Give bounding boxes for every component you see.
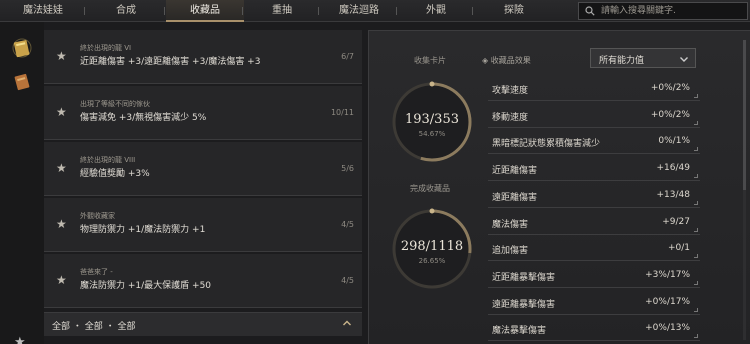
stat-name: 近距離暴擊傷害 (492, 272, 556, 283)
filter-label: 全部 ・ 全部 ・ 全部 (52, 322, 136, 332)
star-icon[interactable]: ★ (56, 105, 67, 119)
item-subtitle: 外觀收藏家 (80, 212, 115, 220)
star-icon[interactable]: ★ (56, 161, 67, 175)
completed-value: 298/1118 (400, 239, 464, 254)
stat-value: 0%/1% (658, 136, 690, 147)
completed-percent: 26.65% (418, 257, 446, 265)
stat-value: +3%/17% (645, 269, 690, 280)
corner-mark (694, 334, 698, 339)
stat-value: +0%/2% (650, 83, 690, 93)
stat-row: 移動速度 +0%/2% (488, 104, 700, 128)
star-icon[interactable]: ★ (56, 49, 67, 63)
chevron-down-icon (680, 57, 688, 62)
stat-name: 魔法傷害 (492, 219, 529, 230)
effects-header: ◈ 收藏品效果 (482, 56, 531, 65)
top-nav: 魔法娃娃 合成 收藏品 重抽 魔法迴路 外觀 探險 (0, 0, 750, 22)
tab-reroll[interactable]: 重抽 (242, 0, 320, 22)
cards-percent: 54.67% (418, 130, 446, 138)
stat-name: 遠距離傷害 (492, 192, 538, 203)
item-count: 10/11 (330, 108, 354, 117)
scrollbar-thumb[interactable] (743, 40, 746, 190)
stat-row: 黑暗標記狀態累積傷害減少 0%/1% (488, 130, 700, 155)
stat-name: 追加傷害 (492, 246, 529, 257)
book-icon[interactable] (12, 72, 32, 92)
corner-mark (694, 120, 698, 125)
item-effect: 近距離傷害 +3/遠距離傷害 +3/魔法傷害 +3 (80, 57, 261, 67)
item-effect: 物理防禦力 +1/魔法防禦力 +1 (80, 225, 206, 235)
tab-magic-circuit[interactable]: 魔法迴路 (318, 0, 398, 22)
item-effect: 魔法防禦力 +1/最大保護盾 +50 (80, 281, 212, 291)
item-count: 6/7 (341, 52, 354, 61)
item-effect: 經驗值獎勵 +3% (80, 169, 150, 179)
corner-mark (694, 174, 698, 179)
search-icon[interactable] (585, 6, 595, 16)
cards-value: 193/353 (404, 112, 459, 127)
stat-row: 遠距離暴擊傷害 +0%/17% (488, 291, 700, 315)
stat-row: 追加傷害 +0/1 (488, 237, 700, 262)
tab-synthesis[interactable]: 合成 (84, 0, 166, 22)
list-item[interactable]: ★ 出現了等級不同的傢伙 傷害減免 +3/無視傷害減少 5% 10/11 (44, 86, 362, 140)
stat-filter-dropdown[interactable]: 所有能力值 (590, 48, 696, 68)
search-box (578, 2, 748, 20)
corner-mark (694, 94, 698, 98)
stat-value: +0/1 (667, 243, 690, 254)
stat-value: +13/48 (656, 189, 690, 200)
collection-list: ★ 終於出現的龍 VI 近距離傷害 +3/遠距離傷害 +3/魔法傷害 +3 6/… (44, 30, 362, 310)
star-icon[interactable]: ★ (56, 217, 67, 231)
list-item[interactable]: ★ 終於出現的龍 VIII 經驗值獎勵 +3% 5/6 (44, 142, 362, 196)
stat-row: 近距離傷害 +16/49 (488, 157, 700, 182)
stat-value: +0%/13% (645, 323, 690, 334)
stat-value: +0%/17% (645, 296, 690, 307)
item-subtitle: 終於出現的龍 VIII (80, 156, 136, 164)
stat-value: +0%/2% (650, 109, 690, 120)
dropdown-value: 所有能力值 (599, 56, 645, 66)
item-count: 4/5 (341, 276, 354, 285)
corner-mark (694, 147, 698, 152)
stat-row: 魔法傷害 +9/27 (488, 211, 700, 235)
corner-mark (694, 200, 698, 205)
stat-name: 近距離傷害 (492, 166, 538, 177)
stat-row: 攻擊速度 +0%/2% (488, 77, 700, 101)
tab-adventure[interactable]: 探險 (472, 0, 554, 22)
list-item[interactable]: ★ 外觀收藏家 物理防禦力 +1/魔法防禦力 +1 4/5 (44, 198, 362, 252)
cards-label: 收集卡片 (414, 56, 446, 65)
star-icon[interactable]: ★ (56, 273, 67, 287)
list-item[interactable]: ★ 終於出現的龍 VI 近距離傷害 +3/遠距離傷害 +3/魔法傷害 +3 6/… (44, 30, 362, 84)
item-subtitle: 終於出現的龍 VI (80, 44, 132, 52)
favorite-star-icon[interactable]: ★ (14, 335, 26, 344)
item-effect: 傷害減免 +3/無視傷害減少 5% (80, 113, 207, 123)
item-count: 5/6 (341, 164, 354, 173)
corner-mark (694, 227, 698, 232)
item-subtitle: 出現了等級不同的傢伙 (80, 100, 150, 108)
stat-name: 遠距離暴擊傷害 (492, 299, 556, 310)
stat-name: 攻擊速度 (492, 86, 529, 96)
corner-mark (694, 280, 698, 285)
stat-row: 近距離暴擊傷害 +3%/17% (488, 264, 700, 288)
stat-value: +9/27 (662, 216, 690, 227)
item-subtitle: 爸爸來了 - (80, 268, 113, 276)
corner-mark (694, 254, 698, 259)
item-count: 4/5 (341, 220, 354, 229)
tab-collection[interactable]: 收藏品 (164, 0, 244, 22)
stat-value: +16/49 (656, 163, 690, 174)
search-input[interactable] (601, 4, 741, 18)
chevron-up-icon[interactable] (342, 318, 352, 328)
tab-appearance[interactable]: 外觀 (396, 0, 474, 22)
diamond-icon: ◈ (482, 56, 491, 65)
stat-name: 移動速度 (492, 112, 529, 123)
corner-mark (694, 307, 698, 312)
stat-row: 魔法暴擊傷害 +0%/13% (488, 317, 700, 342)
completed-label: 完成收藏品 (410, 184, 450, 193)
tab-magic-doll[interactable]: 魔法娃娃 (0, 0, 86, 22)
category-sidebar: ★ (0, 22, 44, 344)
filter-bar[interactable]: 全部 ・ 全部 ・ 全部 (44, 312, 362, 336)
list-item[interactable]: ★ 爸爸來了 - 魔法防禦力 +1/最大保護盾 +50 4/5 (44, 254, 362, 308)
stat-name: 魔法暴擊傷害 (492, 326, 547, 337)
stat-row: 遠距離傷害 +13/48 (488, 184, 700, 208)
gold-book-icon[interactable] (12, 38, 32, 58)
stat-name: 黑暗標記狀態累積傷害減少 (492, 139, 601, 150)
